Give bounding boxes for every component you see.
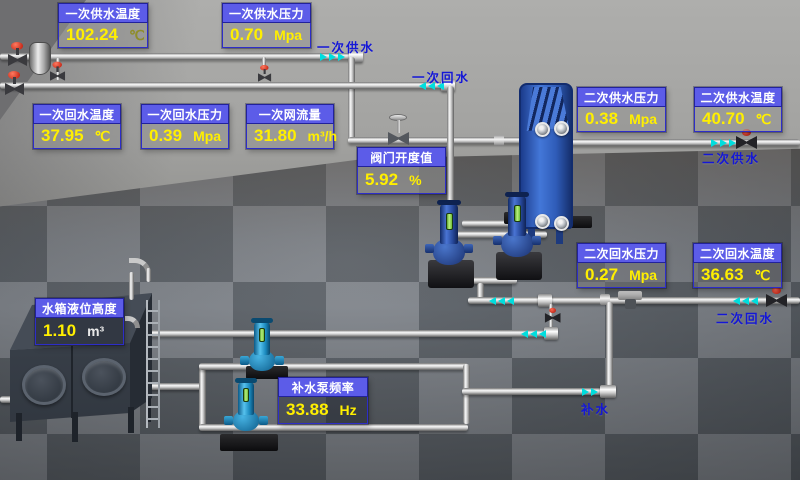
instrument-value: 0.27Mpa bbox=[577, 263, 666, 288]
valve-secondary-return[interactable] bbox=[766, 287, 788, 309]
instrument-label: 一次回水压力 bbox=[141, 104, 229, 124]
instrument-value: 0.38Mpa bbox=[577, 107, 666, 132]
instrument-secondary-supply-pressure: 二次供水压力 0.38Mpa bbox=[577, 87, 666, 132]
pipe-flange bbox=[544, 327, 558, 340]
gooseneck-drop bbox=[146, 268, 151, 282]
tank-manhole bbox=[22, 365, 66, 405]
instrument-value: 5.92% bbox=[357, 167, 446, 194]
instrument-primary-supply-temp: 一次供水温度 102.24℃ bbox=[58, 3, 148, 48]
instrument-primary-network-flow: 一次网流量 31.80m³/h bbox=[246, 104, 334, 149]
tank-inlet-stub bbox=[129, 272, 134, 300]
pipe-primary-supply bbox=[0, 53, 358, 60]
instrument-value: 37.95℃ bbox=[33, 124, 121, 149]
pipe-union bbox=[494, 135, 504, 146]
tank-ladder bbox=[146, 300, 160, 428]
flow-arrows-secondary-return-2 bbox=[489, 297, 514, 305]
hx-port-primary-in bbox=[535, 122, 550, 137]
instrument-makeup-pump-frequency: 补水泵频率 33.88Hz bbox=[278, 377, 368, 424]
pipe-pump-manifold-left bbox=[199, 364, 206, 428]
tank-manhole bbox=[82, 358, 126, 396]
pipe-label-secondary-supply: 二次供水 bbox=[702, 148, 760, 167]
flow-arrows-tank-line bbox=[521, 330, 546, 338]
instrument-label: 一次供水温度 bbox=[58, 3, 148, 23]
instrument-secondary-return-pressure: 二次回水压力 0.27Mpa bbox=[577, 243, 666, 288]
pipe-flange bbox=[600, 385, 616, 398]
instrument-secondary-return-temp: 二次回水温度 36.63℃ bbox=[693, 243, 782, 288]
instrument-secondary-supply-temp: 二次供水温度 40.70℃ bbox=[694, 87, 782, 132]
instrument-label: 一次网流量 bbox=[246, 104, 334, 124]
instrument-valve-opening: 阀门开度值 5.92% bbox=[357, 147, 446, 194]
makeup-pump-1[interactable] bbox=[242, 320, 282, 382]
pipe-makeup-riser bbox=[606, 302, 613, 390]
instrument-value: 0.39Mpa bbox=[141, 124, 229, 149]
pipe-label-secondary-return: 二次回水 bbox=[716, 308, 774, 327]
valve-tee-drop[interactable] bbox=[545, 308, 562, 325]
pipe-label-primary-return: 一次回水 bbox=[412, 67, 470, 86]
inline-fitting bbox=[618, 291, 642, 300]
pipe-secondary-supply bbox=[565, 139, 800, 146]
circulation-pump-1[interactable] bbox=[426, 202, 474, 292]
pipe-label-makeup-water: 补水 bbox=[581, 399, 610, 418]
pipe-tank-outlet bbox=[140, 330, 552, 337]
instrument-label: 二次回水压力 bbox=[577, 243, 666, 263]
pipe-primary-supply-drop bbox=[348, 57, 355, 141]
instrument-value: 33.88Hz bbox=[278, 397, 368, 424]
shutoff-valve-primary-return[interactable] bbox=[5, 72, 25, 96]
makeup-pump-2[interactable] bbox=[226, 380, 266, 442]
instrument-label: 水箱液位高度 bbox=[35, 298, 124, 318]
pipe-label-primary-supply: 一次供水 bbox=[317, 37, 375, 56]
instrument-label: 补水泵频率 bbox=[278, 377, 368, 397]
instrument-value: 31.80m³/h bbox=[246, 124, 334, 149]
strainer-filter bbox=[29, 42, 51, 75]
instrument-label: 二次回水温度 bbox=[693, 243, 782, 263]
hx-port-secondary-in bbox=[554, 216, 569, 231]
drain-valve[interactable] bbox=[258, 66, 272, 83]
hx-port-secondary-out bbox=[554, 121, 569, 136]
flow-arrows-makeup bbox=[582, 388, 598, 396]
instrument-primary-supply-pressure: 一次供水压力 0.70Mpa bbox=[222, 3, 311, 48]
bypass-valve[interactable] bbox=[50, 62, 66, 81]
instrument-label: 一次供水压力 bbox=[222, 3, 311, 23]
instrument-tank-level: 水箱液位高度 1.10m³ bbox=[35, 298, 124, 345]
instrument-value: 40.70℃ bbox=[694, 107, 782, 132]
pipe-primary-return bbox=[0, 82, 448, 89]
flow-arrows-secondary-supply bbox=[711, 139, 736, 147]
flow-arrows-secondary-return bbox=[733, 297, 758, 305]
instrument-primary-return-temp: 一次回水温度 37.95℃ bbox=[33, 104, 121, 149]
instrument-primary-return-pressure: 一次回水压力 0.39Mpa bbox=[141, 104, 229, 149]
instrument-value: 102.24℃ bbox=[58, 23, 148, 48]
instrument-label: 二次供水温度 bbox=[694, 87, 782, 107]
control-valve-primary[interactable] bbox=[387, 114, 411, 146]
instrument-label: 阀门开度值 bbox=[357, 147, 446, 167]
instrument-value: 36.63℃ bbox=[693, 263, 782, 288]
instrument-label: 一次回水温度 bbox=[33, 104, 121, 124]
shutoff-valve-primary-supply[interactable] bbox=[8, 43, 28, 67]
hmi-heat-exchange-station: 一次供水 一次回水 二次供水 二次回水 补水 一次供水温度 102.24℃ 一次… bbox=[0, 0, 800, 480]
instrument-value: 1.10m³ bbox=[35, 318, 124, 345]
circulation-pump-2[interactable] bbox=[494, 196, 542, 286]
instrument-label: 二次供水压力 bbox=[577, 87, 666, 107]
instrument-value: 0.70Mpa bbox=[222, 23, 311, 48]
